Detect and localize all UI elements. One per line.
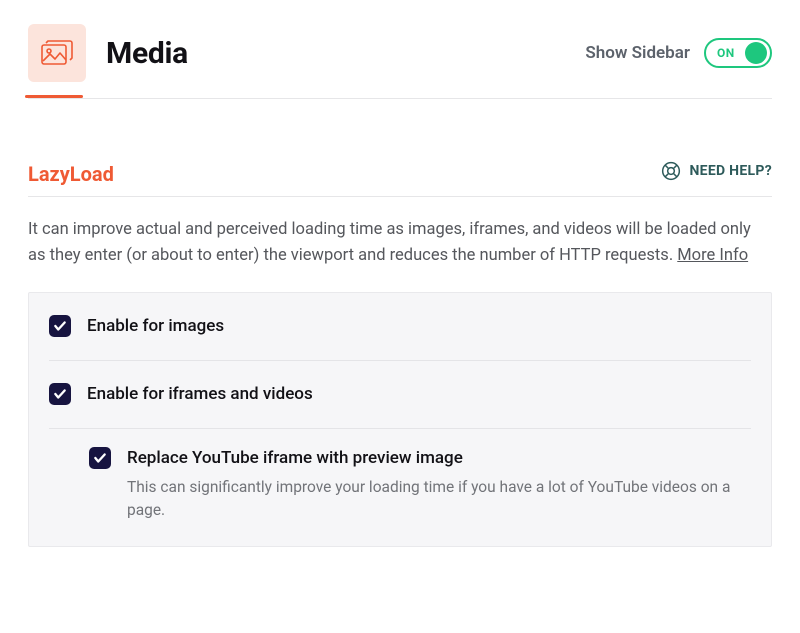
page-header: Media Show Sidebar ON (28, 24, 772, 98)
need-help-text: NEED HELP? (689, 163, 772, 179)
active-tab-indicator (25, 95, 83, 98)
setting-label: Replace YouTube iframe with preview imag… (127, 447, 751, 470)
need-help-link[interactable]: NEED HELP? (661, 161, 772, 181)
more-info-link[interactable]: More Info (677, 246, 748, 265)
toggle-state-text: ON (717, 46, 735, 60)
page-title: Media (106, 36, 188, 71)
checkbox-youtube-preview[interactable] (89, 447, 111, 469)
setting-row-youtube-preview: Replace YouTube iframe with preview imag… (49, 429, 751, 546)
checkbox-enable-iframes-videos[interactable] (49, 383, 71, 405)
show-sidebar-label: Show Sidebar (585, 43, 690, 63)
setting-help-text: This can significantly improve your load… (127, 476, 751, 523)
header-left: Media (28, 24, 188, 82)
check-icon (53, 319, 67, 333)
header-divider (28, 98, 772, 99)
setting-row-enable-images: Enable for images (49, 293, 751, 361)
toggle-knob (745, 42, 767, 64)
images-icon (41, 39, 73, 67)
checkbox-enable-images[interactable] (49, 315, 71, 337)
section-description-text: It can improve actual and perceived load… (28, 220, 751, 265)
setting-row-enable-iframes-videos: Enable for iframes and videos (49, 361, 751, 429)
header-right: Show Sidebar ON (585, 38, 772, 68)
settings-panel: Enable for images Enable for iframes and… (28, 292, 772, 547)
media-icon-badge (28, 24, 86, 82)
setting-label: Enable for iframes and videos (87, 383, 313, 406)
section-description: It can improve actual and perceived load… (28, 217, 772, 268)
setting-label: Enable for images (87, 315, 224, 338)
check-icon (93, 451, 107, 465)
section-title: LazyLoad (28, 162, 114, 186)
check-icon (53, 387, 67, 401)
show-sidebar-toggle[interactable]: ON (704, 38, 772, 68)
page-container: Media Show Sidebar ON LazyLoad NEED HELP… (0, 0, 800, 571)
lifebuoy-icon (661, 161, 681, 181)
section-header: LazyLoad NEED HELP? (28, 161, 772, 197)
